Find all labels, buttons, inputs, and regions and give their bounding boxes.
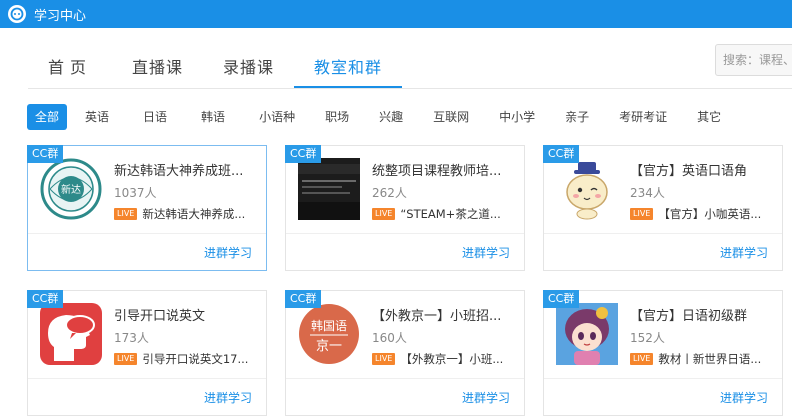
app-title: 学习中心 [34, 8, 87, 24]
category-parenting[interactable]: 亲子 [557, 104, 597, 130]
cc-group-badge: CC群 [543, 290, 580, 308]
svg-text:新达: 新达 [61, 183, 81, 196]
group-card[interactable]: CC群 【官方】日语初级群 152人 LIVE 教材丨新世界日语... 进群学习 [543, 290, 783, 416]
group-avatar-jingyi-logo: 韩国语 京一 [298, 303, 360, 365]
group-name[interactable]: 【官方】日语初级群 [630, 305, 776, 324]
group-name[interactable]: 【外教京一】小班招... [372, 305, 518, 324]
tab-classrooms-groups[interactable]: 教室和群 [294, 48, 403, 88]
tab-divider [28, 88, 792, 89]
app-logo-icon [8, 5, 26, 23]
svg-text:韩国语: 韩国语 [311, 318, 347, 333]
live-badge: LIVE [630, 208, 654, 220]
tab-home[interactable]: 首页 [28, 48, 112, 88]
live-session-title[interactable]: 引导开口说英文17... [142, 351, 248, 367]
svg-text:京一: 京一 [316, 339, 342, 354]
tab-live-courses[interactable]: 直播课 [112, 48, 203, 88]
join-group-button[interactable]: 进群学习 [462, 389, 510, 406]
category-english[interactable]: 英语 [77, 104, 117, 130]
category-k12[interactable]: 中小学 [491, 104, 543, 130]
live-badge: LIVE [114, 208, 138, 220]
group-name[interactable]: 新达韩语大神养成班... [114, 160, 260, 179]
category-exams[interactable]: 考研考证 [611, 104, 675, 130]
join-group-button[interactable]: 进群学习 [720, 244, 768, 261]
live-session-title[interactable]: “STEAM+茶之道... [400, 206, 500, 222]
member-count: 234人 [630, 186, 665, 200]
category-internet[interactable]: 互联网 [425, 104, 477, 130]
category-workplace[interactable]: 职场 [317, 104, 357, 130]
live-session-title[interactable]: 教材丨新世界日语... [658, 351, 761, 367]
cc-group-badge: CC群 [27, 290, 64, 308]
member-count: 152人 [630, 331, 665, 345]
category-minor-languages[interactable]: 小语种 [251, 104, 303, 130]
group-card[interactable]: 新达 CC群 新达韩语大神养成班... 1037人 LIVE 新达韩语大神养成.… [27, 145, 267, 271]
group-avatar-dark-banner [298, 158, 360, 220]
category-korean[interactable]: 韩语 [193, 104, 233, 130]
group-avatar-korean-logo: 新达 [40, 158, 102, 220]
cc-group-badge: CC群 [27, 145, 64, 163]
live-badge: LIVE [114, 353, 138, 365]
group-card[interactable]: CC群 【官方】英语口语角 234人 LIVE 【官方】小咖英语... 进群学习 [543, 145, 783, 271]
member-count: 160人 [372, 331, 407, 345]
category-all[interactable]: 全部 [27, 104, 68, 130]
group-avatar-speaking-head [40, 303, 102, 365]
group-name[interactable]: 【官方】英语口语角 [630, 160, 776, 179]
group-card[interactable]: 韩国语 京一 CC群 【外教京一】小班招... 160人 LIVE 【外教京一】… [285, 290, 525, 416]
group-avatar-anime-girl [556, 303, 618, 365]
group-name[interactable]: 统整项目课程教师培... [372, 160, 518, 179]
member-count: 1037人 [114, 186, 157, 200]
live-badge: LIVE [630, 353, 654, 365]
main-tabs: 首页 直播课 录播课 教室和群 [28, 48, 403, 88]
search-input[interactable]: 搜索：课程、 [715, 44, 792, 76]
category-japanese[interactable]: 日语 [135, 104, 175, 130]
live-badge: LIVE [372, 353, 396, 365]
category-filter: 全部 英语 日语 韩语 小语种 职场 兴趣 互联网 中小学 亲子 考研考证 其它 [27, 104, 729, 130]
live-session-title[interactable]: 新达韩语大神养成... [142, 206, 245, 222]
title-bar: 学习中心 [0, 0, 792, 28]
cc-group-badge: CC群 [543, 145, 580, 163]
join-group-button[interactable]: 进群学习 [720, 389, 768, 406]
tab-recorded-courses[interactable]: 录播课 [203, 48, 294, 88]
live-session-title[interactable]: 【官方】小咖英语... [658, 206, 761, 222]
group-card[interactable]: CC群 统整项目课程教师培... 262人 LIVE “STEAM+茶之道...… [285, 145, 525, 271]
category-other[interactable]: 其它 [689, 104, 729, 130]
live-session-title[interactable]: 【外教京一】小班... [400, 351, 503, 367]
member-count: 173人 [114, 331, 149, 345]
live-badge: LIVE [372, 208, 396, 220]
join-group-button[interactable]: 进群学习 [204, 389, 252, 406]
category-interest[interactable]: 兴趣 [371, 104, 411, 130]
group-avatar-cat-mascot [556, 158, 618, 220]
member-count: 262人 [372, 186, 407, 200]
group-card[interactable]: CC群 引导开口说英文 173人 LIVE 引导开口说英文17... 进群学习 [27, 290, 267, 416]
join-group-button[interactable]: 进群学习 [204, 244, 252, 261]
cc-group-badge: CC群 [285, 290, 322, 308]
group-name[interactable]: 引导开口说英文 [114, 305, 260, 324]
join-group-button[interactable]: 进群学习 [462, 244, 510, 261]
cc-group-badge: CC群 [285, 145, 322, 163]
